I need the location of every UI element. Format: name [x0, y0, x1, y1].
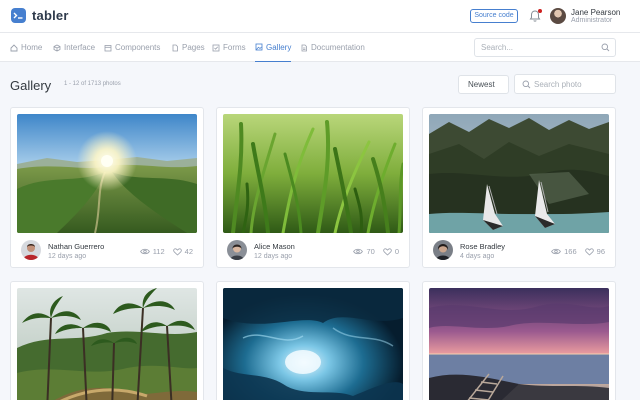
photo-mountain-sunrise[interactable] — [17, 114, 197, 233]
logo-text: tabler — [32, 8, 69, 23]
main-nav: Home Interface Components Pages Forms Ga… — [0, 33, 640, 62]
avatar[interactable] — [21, 240, 41, 260]
tab-home[interactable]: Home — [10, 33, 42, 62]
views-count: 112 — [152, 247, 165, 256]
logo[interactable]: tabler — [11, 8, 69, 23]
tab-gallery-label: Gallery — [266, 42, 292, 52]
tab-forms[interactable]: Forms — [212, 33, 246, 62]
photo-ice-cave[interactable] — [223, 288, 403, 400]
card-author[interactable]: Nathan Guerrero — [48, 242, 104, 251]
tab-interface[interactable]: Interface — [53, 33, 95, 62]
card-author[interactable]: Alice Mason — [254, 242, 295, 251]
eye-icon — [353, 248, 364, 255]
image-icon — [255, 43, 263, 51]
user-role: Administrator — [571, 17, 613, 24]
likes-count: 0 — [394, 247, 399, 256]
gallery-card: Rose Bradley 4 days ago 166 96 — [422, 107, 616, 268]
gallery-card: Alice Mason 12 days ago 70 0 — [216, 107, 410, 268]
sort-select[interactable]: Newest — [458, 75, 509, 94]
photo-tropical-forest[interactable] — [17, 288, 197, 400]
box-icon — [53, 44, 61, 51]
tab-components[interactable]: Components — [104, 33, 160, 62]
photo-green-grass[interactable] — [223, 114, 403, 233]
gallery-card: Nathan Guerrero 12 days ago 112 42 — [10, 107, 204, 268]
likes-count: 42 — [184, 247, 193, 256]
avatar[interactable] — [227, 240, 247, 260]
tab-pages[interactable]: Pages — [171, 33, 205, 62]
gallery-card — [422, 281, 616, 400]
likes-stat[interactable]: 96 — [584, 247, 605, 256]
photo-feet-over-cliff[interactable] — [429, 114, 609, 233]
heart-icon — [584, 247, 594, 256]
card-timestamp: 12 days ago — [254, 253, 293, 260]
tab-components-label: Components — [115, 43, 161, 52]
likes-stat[interactable]: 0 — [383, 247, 399, 256]
heart-icon — [172, 247, 182, 256]
gallery-card — [10, 281, 204, 400]
tab-gallery[interactable]: Gallery — [255, 33, 292, 62]
views-count: 166 — [564, 247, 577, 256]
photo-count: 1 - 12 of 1713 photos — [64, 81, 121, 87]
card-author[interactable]: Rose Bradley — [460, 242, 505, 251]
home-icon — [10, 43, 18, 51]
source-code-button[interactable]: Source code — [470, 9, 518, 23]
gallery-card — [216, 281, 410, 400]
tab-interface-label: Interface — [64, 43, 96, 52]
views-count: 70 — [366, 247, 375, 256]
card-stats: 112 42 — [132, 247, 193, 256]
views-stat[interactable]: 112 — [139, 247, 165, 256]
photo-sunset-coast[interactable] — [429, 288, 609, 400]
tab-pages-label: Pages — [182, 43, 205, 52]
file-text-icon — [301, 44, 307, 51]
eye-icon — [551, 248, 562, 255]
heart-icon — [383, 247, 392, 256]
tab-documentation-label: Documentation — [311, 43, 365, 52]
tab-forms-label: Forms — [223, 43, 246, 52]
page-title: Gallery — [10, 78, 52, 93]
user-name[interactable]: Jane Pearson — [571, 8, 620, 17]
notification-badge — [538, 9, 542, 13]
views-stat[interactable]: 166 — [551, 247, 577, 256]
photo-search-box — [514, 74, 616, 94]
avatar[interactable] — [550, 8, 566, 24]
card-stats: 70 0 — [345, 247, 399, 256]
search-icon — [522, 80, 531, 89]
photo-search-input[interactable] — [534, 76, 614, 92]
card-stats: 166 96 — [543, 247, 605, 256]
search-icon[interactable] — [601, 43, 610, 52]
logo-icon — [11, 8, 26, 23]
tab-home-label: Home — [21, 43, 43, 52]
nav-search-box — [474, 38, 616, 57]
likes-stat[interactable]: 42 — [172, 247, 193, 256]
likes-count: 96 — [596, 247, 605, 256]
tab-documentation[interactable]: Documentation — [300, 33, 365, 62]
search-input[interactable] — [475, 39, 595, 56]
avatar[interactable] — [433, 240, 453, 260]
calendar-icon — [104, 44, 112, 51]
card-timestamp: 4 days ago — [460, 253, 495, 260]
top-header: tabler Source code Jane Pearson Administ… — [0, 0, 640, 33]
file-icon — [172, 44, 178, 51]
check-square-icon — [212, 44, 220, 51]
eye-icon — [139, 248, 150, 255]
card-timestamp: 12 days ago — [48, 253, 87, 260]
views-stat[interactable]: 70 — [353, 247, 375, 256]
